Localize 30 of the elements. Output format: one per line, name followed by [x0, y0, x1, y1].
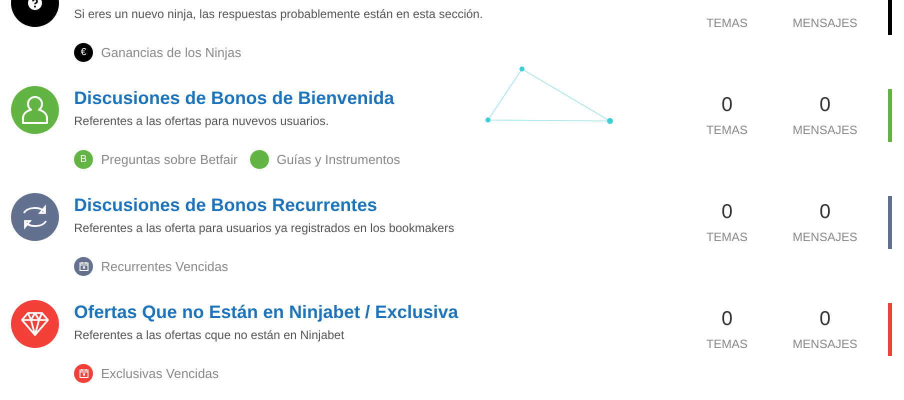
stat-label: MENSAJES	[792, 229, 858, 245]
stat-count: 0	[819, 93, 831, 117]
stat-label: TEMAS	[706, 229, 748, 245]
diamond-icon	[20, 311, 50, 337]
stat-count: 0	[819, 307, 831, 331]
subforum-link[interactable]: Ganancias de los Ninjas	[101, 44, 242, 60]
stat-label: MENSAJES	[792, 15, 858, 31]
stat-count: 0	[721, 200, 733, 224]
stat-count: 0	[721, 93, 733, 117]
subforum-link[interactable]: Exclusivas Vencidas	[101, 366, 219, 380]
stat-label: TEMAS	[706, 336, 748, 352]
forum-title[interactable]: Discusiones de Bonos de Bienvenida	[74, 88, 394, 108]
user-icon	[21, 95, 49, 125]
subforum-link[interactable]: Preguntas sobre Betfair	[101, 152, 238, 166]
subforum-icon: €	[74, 42, 93, 62]
forum-title[interactable]: Discusiones de Bonos Recurrentes	[74, 195, 378, 215]
stat-label: TEMAS	[706, 122, 748, 138]
subforum-link[interactable]: Guías y Instrumentos	[276, 152, 400, 166]
forum-description: Referentes a las oferta para usuarios ya registrados en los bookmakers	[74, 221, 454, 235]
forum-description: Si eres un nuevo ninja, las respuestas probablemente están en esta sección.	[74, 7, 483, 21]
subforum-link[interactable]: Recurrentes Vencidas	[101, 258, 228, 274]
forum-title[interactable]: Ofertas Que no Están en Ninjabet / Exclusiva	[74, 302, 458, 322]
subforum-icon: B	[74, 150, 93, 168]
stat-label: TEMAS	[706, 15, 748, 31]
stat-count: 0	[721, 307, 733, 331]
stat-label: MENSAJES	[792, 336, 858, 352]
forum-description: Referentes a las ofertas cque no están en Ninjabet	[74, 328, 344, 342]
stat-count: 0	[819, 200, 831, 224]
stat-label: MENSAJES	[792, 122, 858, 138]
forum-description: Referentes a las ofertas para nuvevos usuarios.	[74, 114, 329, 128]
